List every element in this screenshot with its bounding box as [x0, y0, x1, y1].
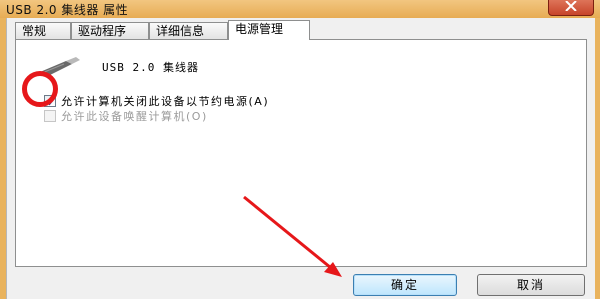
annotation-arrow-icon: [243, 195, 342, 277]
tab-power-management[interactable]: 电源管理: [228, 20, 310, 40]
